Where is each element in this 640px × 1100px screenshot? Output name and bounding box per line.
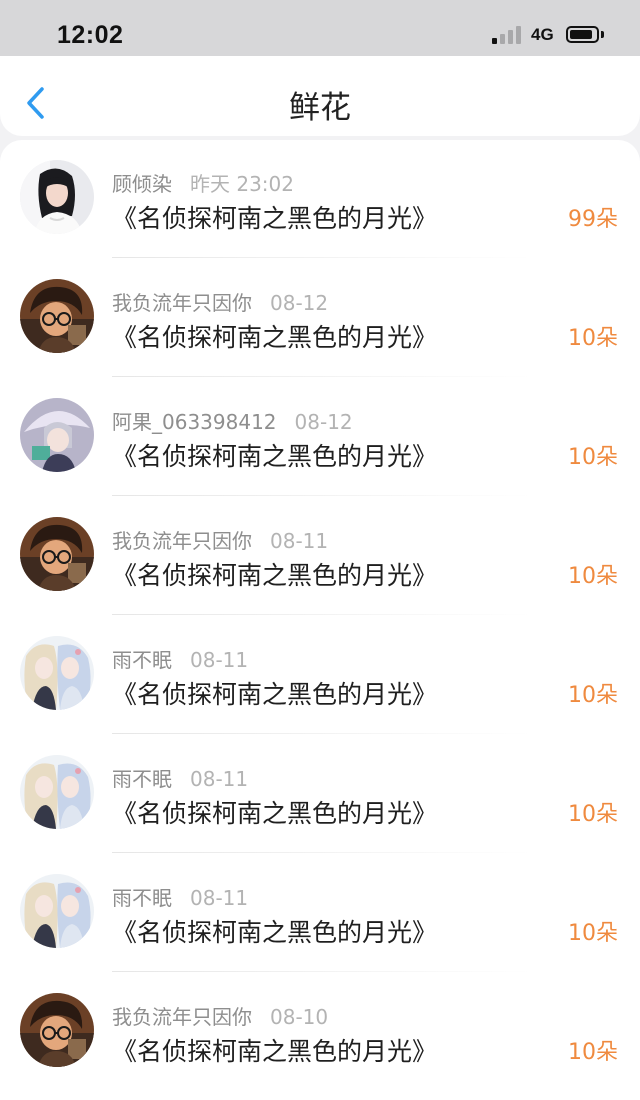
book-title: 《名侦探柯南之黑色的月光》 <box>112 1037 438 1066</box>
book-title: 《名侦探柯南之黑色的月光》 <box>112 442 438 471</box>
avatar[interactable] <box>20 755 94 829</box>
user-name[interactable]: 雨不眠 <box>112 767 172 791</box>
list-item[interactable]: 雨不眠 08-11 《名侦探柯南之黑色的月光》 10朵 <box>0 735 640 854</box>
item-date: 08-11 <box>190 767 249 791</box>
avatar[interactable] <box>20 398 94 472</box>
network-type: 4G <box>531 25 554 44</box>
item-date: 08-10 <box>270 1005 329 1029</box>
list-item[interactable]: 雨不眠 08-11 《名侦探柯南之黑色的月光》 10朵 <box>0 616 640 735</box>
list-item[interactable]: 顾倾染 昨天 23:02 《名侦探柯南之黑色的月光》 99朵 <box>0 140 640 259</box>
flower-count: 10朵 <box>568 802 618 827</box>
user-name[interactable]: 我负流年只因你 <box>112 1005 252 1029</box>
divider <box>112 495 532 496</box>
flower-count: 10朵 <box>568 921 618 946</box>
divider <box>112 614 532 615</box>
battery-cap <box>601 31 604 38</box>
avatar[interactable] <box>20 874 94 948</box>
book-title: 《名侦探柯南之黑色的月光》 <box>112 204 438 233</box>
user-name[interactable]: 雨不眠 <box>112 886 172 910</box>
divider <box>112 971 532 972</box>
flower-count: 10朵 <box>568 326 618 351</box>
signal-strength-icon <box>492 26 522 44</box>
book-title: 《名侦探柯南之黑色的月光》 <box>112 918 438 947</box>
list-item[interactable]: 我负流年只因你 08-11 《名侦探柯南之黑色的月光》 10朵 <box>0 497 640 616</box>
item-meta: 雨不眠 08-11 <box>112 882 248 911</box>
item-meta: 雨不眠 08-11 <box>112 644 248 673</box>
book-title: 《名侦探柯南之黑色的月光》 <box>112 799 438 828</box>
list-item[interactable]: 雨不眠 08-11 《名侦探柯南之黑色的月光》 10朵 <box>0 854 640 973</box>
item-meta: 我负流年只因你 08-12 <box>112 287 328 316</box>
avatar[interactable] <box>20 517 94 591</box>
nav-bar: 鲜花 <box>0 56 640 136</box>
divider <box>112 852 532 853</box>
flower-count: 10朵 <box>568 683 618 708</box>
item-meta: 雨不眠 08-11 <box>112 763 248 792</box>
divider <box>112 376 532 377</box>
item-meta: 我负流年只因你 08-11 <box>112 525 328 554</box>
book-title: 《名侦探柯南之黑色的月光》 <box>112 680 438 709</box>
avatar[interactable] <box>20 993 94 1067</box>
status-time: 12:02 <box>57 21 124 49</box>
flower-count: 10朵 <box>568 1040 618 1065</box>
book-title: 《名侦探柯南之黑色的月光》 <box>112 561 438 590</box>
battery-icon <box>566 26 599 43</box>
avatar[interactable] <box>20 279 94 353</box>
flower-count: 10朵 <box>568 564 618 589</box>
book-title: 《名侦探柯南之黑色的月光》 <box>112 323 438 352</box>
list-item[interactable]: 我负流年只因你 08-10 《名侦探柯南之黑色的月光》 10朵 <box>0 973 640 1092</box>
divider <box>112 733 532 734</box>
page-title: 鲜花 <box>289 90 351 126</box>
item-date: 08-11 <box>270 529 329 553</box>
user-name[interactable]: 我负流年只因你 <box>112 291 252 315</box>
divider <box>112 257 532 258</box>
item-date: 昨天 23:02 <box>190 172 294 196</box>
list-item[interactable]: 我负流年只因你 08-12 《名侦探柯南之黑色的月光》 10朵 <box>0 259 640 378</box>
item-meta: 阿果_063398412 08-12 <box>112 406 353 435</box>
user-name[interactable]: 顾倾染 <box>112 172 172 196</box>
item-meta: 我负流年只因你 08-10 <box>112 1001 328 1030</box>
flower-count: 99朵 <box>568 207 618 232</box>
item-date: 08-12 <box>294 410 353 434</box>
avatar[interactable] <box>20 160 94 234</box>
user-name[interactable]: 雨不眠 <box>112 648 172 672</box>
item-meta: 顾倾染 昨天 23:02 <box>112 168 294 197</box>
user-name[interactable]: 我负流年只因你 <box>112 529 252 553</box>
status-bar: 12:02 4G <box>0 0 640 56</box>
item-date: 08-11 <box>190 886 249 910</box>
list-item[interactable]: 阿果_063398412 08-12 《名侦探柯南之黑色的月光》 10朵 <box>0 378 640 497</box>
user-name[interactable]: 阿果_063398412 <box>112 410 277 434</box>
avatar[interactable] <box>20 636 94 710</box>
flower-count: 10朵 <box>568 445 618 470</box>
item-date: 08-12 <box>270 291 329 315</box>
flower-list: 顾倾染 昨天 23:02 《名侦探柯南之黑色的月光》 99朵 我负流年只因你 08-… <box>0 140 640 1100</box>
item-date: 08-11 <box>190 648 249 672</box>
